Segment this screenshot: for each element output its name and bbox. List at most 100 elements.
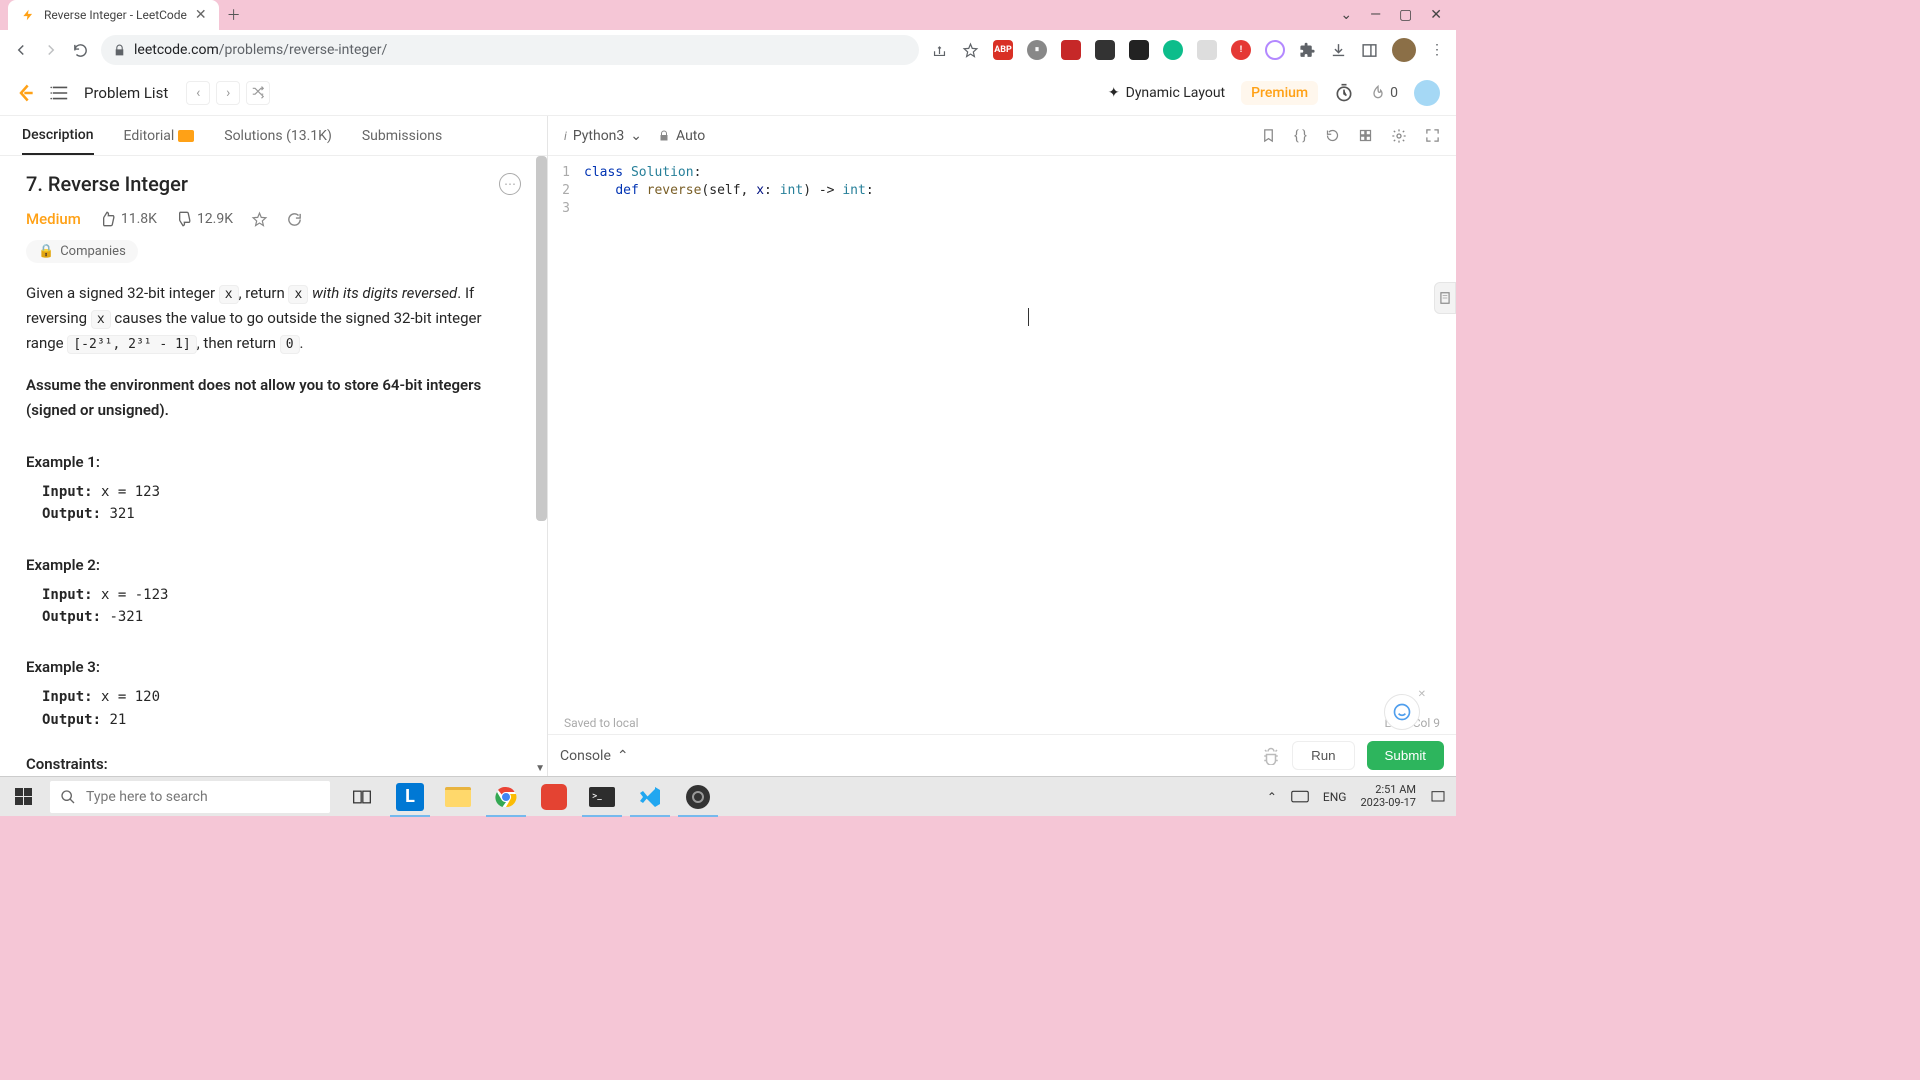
text-cursor	[1028, 308, 1029, 326]
address-bar[interactable]: leetcode.com/problems/reverse-integer/	[101, 35, 919, 65]
problem-list-link[interactable]: Problem List	[84, 84, 168, 102]
save-status: Saved to local	[564, 716, 639, 730]
tab-description[interactable]: Description	[22, 116, 94, 155]
chrome-icon[interactable]	[482, 777, 530, 817]
extension-ring-icon[interactable]	[1265, 40, 1285, 60]
task-view-icon[interactable]	[338, 777, 386, 817]
chat-support-button[interactable]	[1384, 694, 1420, 730]
terminal-icon[interactable]: >_	[578, 777, 626, 817]
extension-box-icon[interactable]	[1129, 40, 1149, 60]
constraints-header: Constraints:	[26, 755, 521, 773]
forward-button[interactable]	[42, 41, 60, 59]
start-button[interactable]	[0, 777, 46, 817]
notes-side-tab[interactable]	[1434, 282, 1456, 314]
extension-abp-icon[interactable]: ABP	[993, 40, 1013, 60]
tab-editorial[interactable]: Editorial	[124, 116, 195, 155]
bookmark-icon[interactable]	[1261, 128, 1276, 144]
retrieve-icon[interactable]	[1358, 128, 1373, 144]
difficulty-badge: Medium	[26, 210, 81, 228]
vscode-icon[interactable]	[626, 777, 674, 817]
leetcode-logo-icon[interactable]	[16, 83, 36, 103]
user-avatar[interactable]	[1414, 80, 1440, 106]
companies-chip[interactable]: 🔒 Companies	[26, 240, 138, 263]
close-window-icon[interactable]: ✕	[1430, 7, 1442, 23]
dislike-button[interactable]: 12.9K	[175, 211, 233, 227]
leetcode-favicon	[20, 7, 36, 23]
braces-icon[interactable]: { }	[1294, 128, 1307, 144]
chevron-down-icon: ⌄	[630, 128, 642, 144]
dynamic-layout-button[interactable]: ✦ Dynamic Layout	[1108, 85, 1225, 101]
extension-alert-icon[interactable]: !	[1231, 40, 1251, 60]
scroll-down-arrow[interactable]: ▼	[535, 763, 545, 774]
sidepanel-icon[interactable]	[1361, 42, 1378, 59]
clock[interactable]: 2:51 AM 2023-09-17	[1360, 784, 1416, 809]
shuffle-button[interactable]	[246, 81, 270, 105]
autocomplete-toggle[interactable]: Auto	[658, 128, 705, 144]
share-icon[interactable]	[931, 42, 948, 59]
extension-dark-icon[interactable]	[1095, 40, 1115, 60]
example-1: Input: x = 123 Output: 321	[26, 481, 521, 526]
prev-problem-button[interactable]: ‹	[186, 81, 210, 105]
more-options-button[interactable]: ⋯	[499, 173, 521, 195]
obs-icon[interactable]	[674, 777, 722, 817]
downloads-icon[interactable]	[1330, 42, 1347, 59]
taskbar-app-todoist[interactable]	[530, 777, 578, 817]
taskbar-search[interactable]: Type here to search	[50, 781, 330, 813]
premium-button[interactable]: Premium	[1241, 81, 1318, 105]
language-selector[interactable]: i Python3 ⌄	[564, 128, 642, 144]
tab-solutions[interactable]: Solutions (13.1K)	[224, 116, 332, 155]
sparkle-icon: ✦	[1108, 85, 1120, 101]
reload-button[interactable]	[72, 42, 89, 59]
file-explorer-icon[interactable]	[434, 777, 482, 817]
new-tab-button[interactable]: ＋	[227, 5, 241, 25]
bookmark-star-icon[interactable]	[962, 42, 979, 59]
settings-icon[interactable]	[1391, 128, 1407, 144]
debug-icon[interactable]	[1262, 747, 1280, 765]
submit-button[interactable]: Submit	[1367, 741, 1444, 770]
back-button[interactable]	[12, 41, 30, 59]
favorite-button[interactable]	[251, 211, 268, 228]
sync-button[interactable]	[286, 211, 303, 228]
extension-gray-icon[interactable]	[1197, 40, 1217, 60]
list-icon[interactable]	[50, 85, 70, 101]
problem-description: Given a signed 32-bit integer x, return …	[26, 281, 521, 355]
minimize-icon[interactable]: ―	[1370, 7, 1381, 23]
console-toggle[interactable]: Console ⌃	[560, 748, 629, 764]
fullscreen-icon[interactable]	[1425, 128, 1440, 144]
language-indicator[interactable]: ENG	[1323, 790, 1347, 804]
tab-dropdown-icon[interactable]: ⌄	[1340, 7, 1352, 23]
example-2-header: Example 2:	[26, 556, 521, 574]
browser-tab[interactable]: Reverse Integer - LeetCode ✕	[8, 0, 219, 30]
chrome-menu-icon[interactable]: ⋮	[1430, 42, 1444, 58]
run-button[interactable]: Run	[1292, 741, 1354, 770]
code-editor[interactable]: 1 2 3 class Solution: def reverse(self, …	[548, 156, 1456, 712]
url-text: leetcode.com/problems/reverse-integer/	[134, 42, 387, 58]
extension-pause-icon[interactable]: ⏸	[1027, 40, 1047, 60]
streak-counter[interactable]: 0	[1370, 84, 1398, 102]
taskbar-app-1[interactable]: L	[386, 777, 434, 817]
timer-icon[interactable]	[1334, 83, 1354, 103]
keyboard-icon[interactable]	[1291, 790, 1309, 803]
extension-red-icon[interactable]	[1061, 40, 1081, 60]
maximize-icon[interactable]: ▢	[1399, 7, 1412, 23]
flame-icon	[1370, 84, 1386, 102]
reset-icon[interactable]	[1325, 128, 1340, 144]
example-1-header: Example 1:	[26, 453, 521, 471]
notifications-icon[interactable]	[1430, 789, 1446, 805]
lock-small-icon	[658, 130, 670, 142]
tab-submissions[interactable]: Submissions	[362, 116, 442, 155]
info-icon: i	[564, 129, 567, 143]
example-3: Input: x = 120 Output: 21	[26, 686, 521, 731]
like-button[interactable]: 11.8K	[99, 211, 157, 227]
extension-green-icon[interactable]	[1163, 40, 1183, 60]
windows-logo-icon	[15, 788, 32, 805]
tray-expand-icon[interactable]: ⌃	[1267, 790, 1277, 804]
code-content: class Solution: def reverse(self, x: int…	[578, 156, 874, 712]
extensions-button[interactable]	[1299, 42, 1316, 59]
lock-icon	[113, 44, 126, 57]
chat-close-icon[interactable]: ✕	[1418, 689, 1426, 700]
tab-title: Reverse Integer - LeetCode	[44, 8, 187, 22]
next-problem-button[interactable]: ›	[216, 81, 240, 105]
close-tab-icon[interactable]: ✕	[195, 7, 207, 23]
profile-avatar[interactable]	[1392, 38, 1416, 62]
